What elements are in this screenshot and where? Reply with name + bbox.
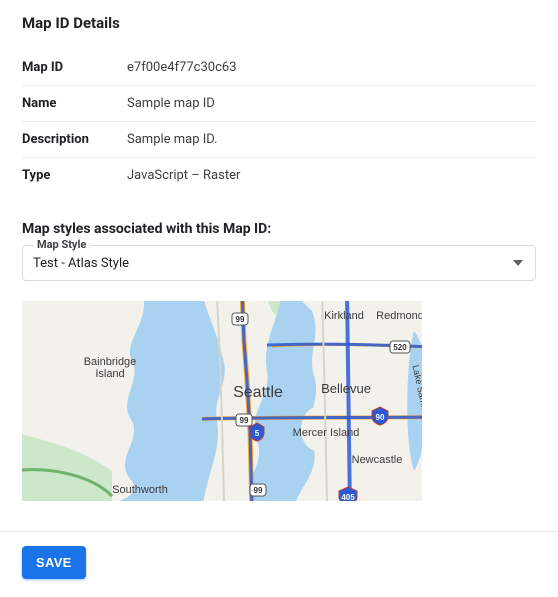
- shield-i5: 5: [250, 423, 264, 441]
- footer: SAVE: [0, 531, 558, 597]
- svg-text:99: 99: [240, 416, 249, 425]
- detail-value-name: Sample map ID: [127, 86, 536, 122]
- table-row: Type JavaScript – Raster: [22, 158, 536, 194]
- table-row: Name Sample map ID: [22, 86, 536, 122]
- shield-99-c: 99: [250, 484, 266, 496]
- select-legend: Map Style: [33, 238, 90, 251]
- label-kirkland: Kirkland: [324, 310, 364, 322]
- detail-label-name: Name: [22, 86, 127, 122]
- label-mercer: Mercer Island: [293, 427, 360, 439]
- table-row: Description Sample map ID.: [22, 122, 536, 158]
- label-newcastle: Newcastle: [352, 454, 403, 466]
- map-preview: 99 99 99 5 90 405: [22, 301, 422, 501]
- map-style-select[interactable]: Map Style Test - Atlas Style: [22, 245, 536, 281]
- detail-value-mapid: e7f00e4f77c30c63: [127, 50, 536, 86]
- chevron-down-icon: [513, 260, 523, 266]
- label-southworth: Southworth: [112, 484, 168, 496]
- detail-label-mapid: Map ID: [22, 50, 127, 86]
- shield-99-b: 99: [236, 414, 252, 426]
- label-bainbridge2: Island: [95, 368, 124, 380]
- svg-text:99: 99: [254, 486, 263, 495]
- svg-text:5: 5: [255, 429, 260, 438]
- styles-heading: Map styles associated with this Map ID:: [22, 221, 536, 237]
- svg-text:99: 99: [236, 315, 245, 324]
- shield-99: 99: [232, 313, 248, 325]
- detail-value-type: JavaScript – Raster: [127, 158, 536, 194]
- save-button[interactable]: SAVE: [22, 546, 86, 579]
- detail-label-type: Type: [22, 158, 127, 194]
- detail-value-description: Sample map ID.: [127, 122, 536, 158]
- label-redmond: Redmond: [376, 310, 422, 322]
- select-value: Test - Atlas Style: [33, 256, 129, 271]
- svg-text:405: 405: [341, 493, 355, 501]
- label-bellevue: Bellevue: [321, 381, 371, 396]
- label-seattle: Seattle: [233, 384, 283, 401]
- svg-text:90: 90: [376, 413, 385, 422]
- shield-520: 520: [390, 341, 410, 353]
- detail-label-description: Description: [22, 122, 127, 158]
- label-bainbridge1: Bainbridge: [84, 356, 137, 368]
- table-row: Map ID e7f00e4f77c30c63: [22, 50, 536, 86]
- page-title: Map ID Details: [22, 14, 536, 32]
- svg-text:520: 520: [393, 343, 407, 352]
- shield-i90: 90: [372, 407, 388, 425]
- details-table: Map ID e7f00e4f77c30c63 Name Sample map …: [22, 50, 536, 193]
